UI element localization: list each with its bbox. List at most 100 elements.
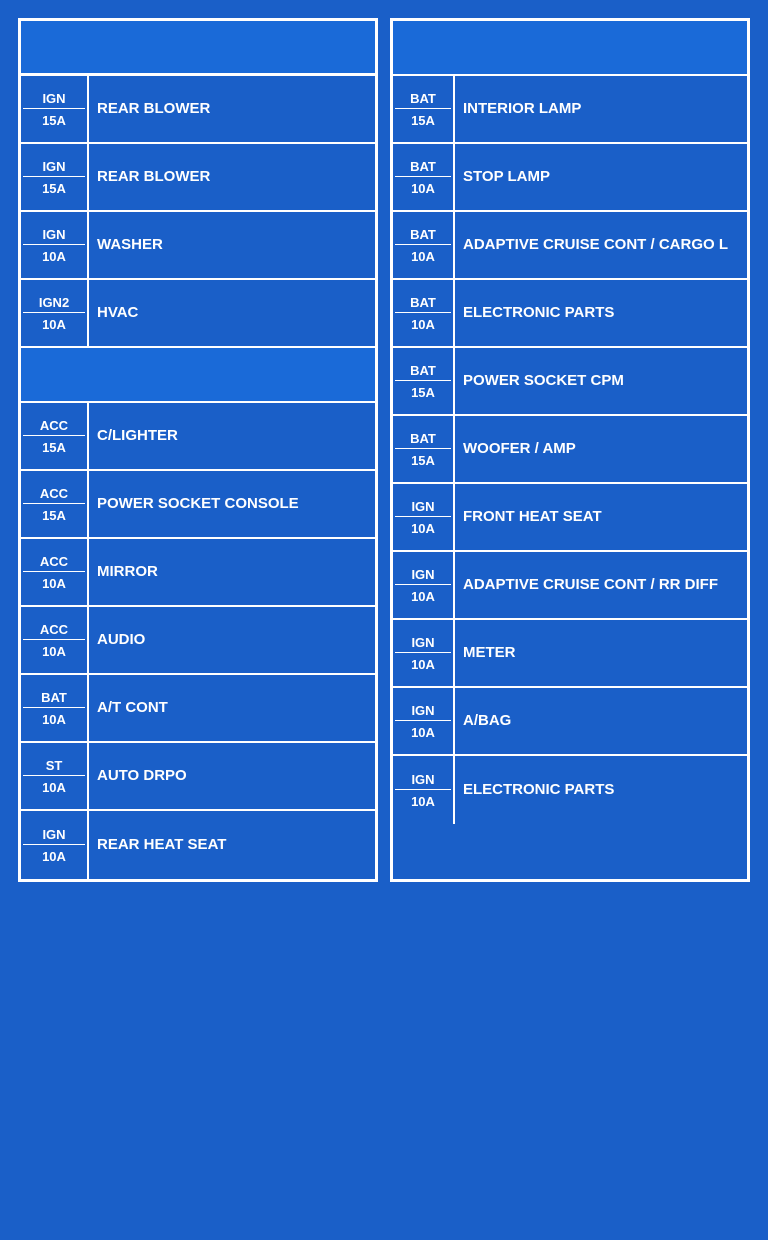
fuse-description: ADAPTIVE CRUISE CONT / RR DIFF xyxy=(455,552,747,618)
fuse-type: IGN xyxy=(23,227,85,245)
fuse-type: BAT xyxy=(395,159,451,177)
fuse-amperage: 10A xyxy=(42,315,66,332)
fuse-description: ADAPTIVE CRUISE CONT / CARGO L xyxy=(455,212,747,278)
fuse-code: ACC 10A xyxy=(21,607,89,673)
fuse-description: ELECTRONIC PARTS xyxy=(455,280,747,346)
fuse-code: IGN 10A xyxy=(393,756,455,824)
fuse-amperage: 10A xyxy=(411,587,435,604)
fuse-description: AUTO DRPO xyxy=(89,743,375,809)
left-header xyxy=(21,21,375,76)
fuse-code: BAT15A xyxy=(393,416,455,482)
table-row: BAT 10A STOP LAMP xyxy=(393,144,747,212)
fuse-amperage: 10A xyxy=(42,778,66,795)
fuse-code: IGN 10A xyxy=(393,552,455,618)
fuse-amperage: 15A xyxy=(411,451,435,468)
table-row: IGN2 10A HVAC xyxy=(21,280,375,348)
fuse-amperage: 10A xyxy=(42,642,66,659)
fuse-code: BAT 10A xyxy=(393,280,455,346)
fuse-diagram: IGN15AREAR BLOWERIGN15AREAR BLOWERIGN10A… xyxy=(10,10,758,890)
fuse-type: IGN xyxy=(23,91,85,109)
fuse-type: BAT xyxy=(395,363,451,381)
fuse-type: ST xyxy=(23,758,85,776)
fuse-code: BAT 10A xyxy=(21,675,89,741)
fuse-amperage: 10A xyxy=(411,655,435,672)
fuse-code: ACC 10A xyxy=(21,539,89,605)
table-row: ACC 10A MIRROR xyxy=(21,539,375,607)
fuse-type: IGN xyxy=(395,635,451,653)
fuse-amperage: 10A xyxy=(411,315,435,332)
table-row: ACC 10A AUDIO xyxy=(21,607,375,675)
fuse-code: ST 10A xyxy=(21,743,89,809)
fuse-description: WOOFER / AMP xyxy=(455,416,747,482)
fuse-type: BAT xyxy=(395,295,451,313)
fuse-type: BAT xyxy=(395,227,451,245)
fuse-description: C/LIGHTER xyxy=(89,403,375,469)
fuse-amperage: 15A xyxy=(42,179,66,196)
table-row: IGN 10A FRONT HEAT SEAT xyxy=(393,484,747,552)
fuse-description: AUDIO xyxy=(89,607,375,673)
table-row: BAT15AWOOFER / AMP xyxy=(393,416,747,484)
fuse-description: FRONT HEAT SEAT xyxy=(455,484,747,550)
fuse-code: BAT 10A xyxy=(393,212,455,278)
fuse-amperage: 10A xyxy=(42,710,66,727)
fuse-description: HVAC xyxy=(89,280,375,346)
fuse-description: METER xyxy=(455,620,747,686)
spacer-row xyxy=(21,348,375,403)
fuse-amperage: 15A xyxy=(42,438,66,455)
fuse-type: BAT xyxy=(395,91,451,109)
table-row: BAT15APOWER SOCKET CPM xyxy=(393,348,747,416)
right-column: BAT15AINTERIOR LAMPBAT10ASTOP LAMPBAT10A… xyxy=(390,18,750,882)
fuse-code: IGN2 10A xyxy=(21,280,89,346)
fuse-code: BAT 10A xyxy=(393,144,455,210)
fuse-code: IGN 10A xyxy=(393,484,455,550)
table-row: IGN10AREAR HEAT SEAT xyxy=(21,811,375,879)
fuse-type: IGN xyxy=(395,703,451,721)
fuse-description: WASHER xyxy=(89,212,375,278)
fuse-code: IGN10A xyxy=(21,811,89,879)
fuse-type: IGN xyxy=(23,159,85,177)
fuse-amperage: 10A xyxy=(411,179,435,196)
fuse-amperage: 10A xyxy=(411,247,435,264)
fuse-type: ACC xyxy=(23,554,85,572)
table-row: IGN10AWASHER xyxy=(21,212,375,280)
table-row: IGN 10A METER xyxy=(393,620,747,688)
fuse-code: ACC 15A xyxy=(21,403,89,469)
fuse-description: REAR BLOWER xyxy=(89,144,375,210)
table-row: IGN 10A ELECTRONIC PARTS xyxy=(393,756,747,824)
fuse-type: IGN xyxy=(395,567,451,585)
fuse-description: MIRROR xyxy=(89,539,375,605)
fuse-code: IGN10A xyxy=(21,212,89,278)
fuse-amperage: 10A xyxy=(42,574,66,591)
table-row: IGN10AA/BAG xyxy=(393,688,747,756)
fuse-description: INTERIOR LAMP xyxy=(455,76,747,142)
table-row: ACC15APOWER SOCKET CONSOLE xyxy=(21,471,375,539)
fuse-description: REAR HEAT SEAT xyxy=(89,811,375,879)
fuse-type: IGN xyxy=(395,772,451,790)
fuse-type: BAT xyxy=(23,690,85,708)
fuse-type: ACC xyxy=(23,622,85,640)
fuse-amperage: 10A xyxy=(411,723,435,740)
fuse-type: IGN2 xyxy=(23,295,85,313)
fuse-code: IGN 10A xyxy=(393,620,455,686)
fuse-amperage: 15A xyxy=(42,111,66,128)
fuse-code: IGN 10A xyxy=(393,688,455,754)
fuse-description: POWER SOCKET CPM xyxy=(455,348,747,414)
fuse-type: ACC xyxy=(23,418,85,436)
left-column: IGN15AREAR BLOWERIGN15AREAR BLOWERIGN10A… xyxy=(18,18,378,882)
fuse-code: IGN 15A xyxy=(21,76,89,142)
table-row: ST 10A AUTO DRPO xyxy=(21,743,375,811)
fuse-type: IGN xyxy=(395,499,451,517)
table-row: ACC 15A C/LIGHTER xyxy=(21,403,375,471)
fuse-description: ELECTRONIC PARTS xyxy=(455,756,747,824)
fuse-description: REAR BLOWER xyxy=(89,76,375,142)
fuse-description: A/T CONT xyxy=(89,675,375,741)
fuse-code: BAT15A xyxy=(393,348,455,414)
fuse-amperage: 10A xyxy=(411,519,435,536)
fuse-amperage: 10A xyxy=(411,792,435,809)
table-row: IGN 15A REAR BLOWER xyxy=(21,76,375,144)
fuse-description: STOP LAMP xyxy=(455,144,747,210)
fuse-amperage: 10A xyxy=(42,847,66,864)
table-row: BAT15AINTERIOR LAMP xyxy=(393,76,747,144)
fuse-code: ACC15A xyxy=(21,471,89,537)
table-row: BAT 10A ADAPTIVE CRUISE CONT / CARGO L xyxy=(393,212,747,280)
